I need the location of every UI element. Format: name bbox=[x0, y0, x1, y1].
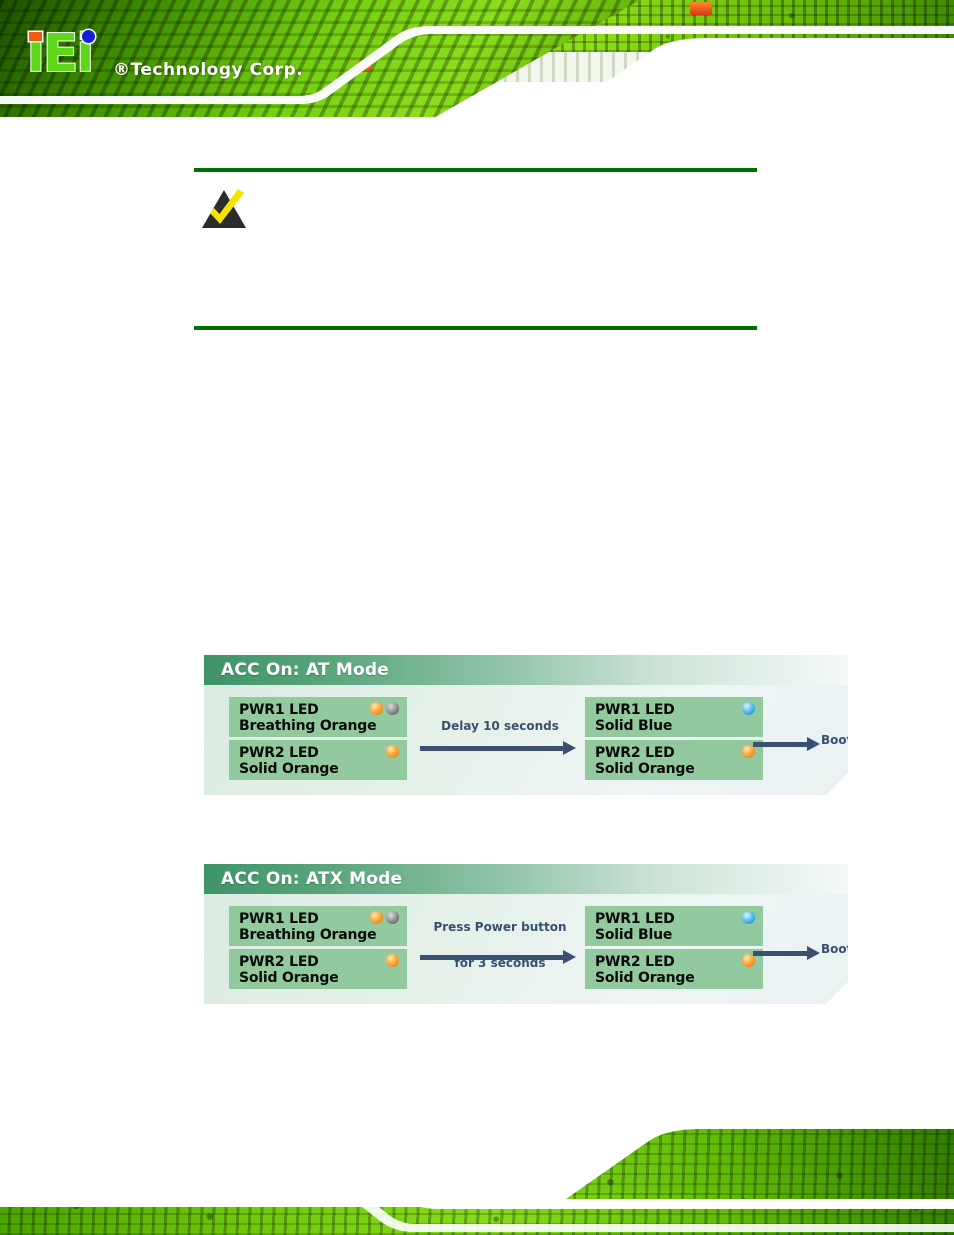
arrow-shaft bbox=[420, 955, 563, 960]
led-orange-dot-icon bbox=[370, 911, 383, 924]
led-card-pwr1-before-at: PWR1 LED Breathing Orange bbox=[229, 697, 407, 737]
flow-step-label-atx-line1: Press Power button bbox=[433, 920, 567, 934]
led-gray-dot-icon bbox=[386, 911, 399, 924]
led-indicator-group bbox=[370, 702, 399, 715]
led-indicator-group bbox=[386, 745, 399, 758]
arrow-head bbox=[563, 950, 576, 964]
led-gray-dot-icon bbox=[386, 702, 399, 715]
boot-arrow-right-icon bbox=[753, 946, 820, 960]
flow-body-atx: PWR1 LED Breathing Orange PWR2 LED Solid… bbox=[204, 894, 848, 1004]
led-state: Breathing Orange bbox=[239, 718, 377, 734]
led-state: Solid Orange bbox=[239, 761, 339, 777]
arrow-head bbox=[807, 737, 820, 751]
led-orange-dot-icon bbox=[386, 954, 399, 967]
flow-body-at: PWR1 LED Breathing Orange PWR2 LED Solid… bbox=[204, 685, 848, 795]
arrow-head bbox=[563, 741, 576, 755]
flow-step-label-at: Delay 10 seconds bbox=[441, 719, 559, 733]
note-checkmark-triangle-icon bbox=[200, 186, 252, 232]
flow-step-at: Delay 10 seconds bbox=[420, 695, 580, 785]
flow-step-atx: Press Power button for 3 seconds bbox=[420, 904, 580, 994]
led-name: PWR2 LED bbox=[239, 954, 319, 970]
footer-white-swoosh bbox=[0, 1103, 954, 1235]
arrow-head bbox=[807, 946, 820, 960]
led-card-pwr1-after-atx: PWR1 LED Solid Blue bbox=[585, 906, 763, 946]
led-name: PWR2 LED bbox=[595, 745, 675, 761]
logo-blue-dot-icon bbox=[82, 30, 95, 43]
led-state: Breathing Orange bbox=[239, 927, 377, 943]
led-indicator-group bbox=[386, 954, 399, 967]
arrow-shaft bbox=[420, 746, 563, 751]
flow-diagram-at-mode: ACC On: AT Mode PWR1 LED Breathing Orang… bbox=[204, 655, 848, 795]
led-state: Solid Orange bbox=[595, 970, 695, 986]
led-group-after-atx: PWR1 LED Solid Blue PWR2 LED Solid Orang… bbox=[585, 906, 763, 989]
led-card-pwr2-after-at: PWR2 LED Solid Orange bbox=[585, 740, 763, 780]
note-rule-top bbox=[194, 168, 757, 172]
led-orange-dot-icon bbox=[370, 702, 383, 715]
led-state: Solid Blue bbox=[595, 927, 673, 943]
led-orange-dot-icon bbox=[386, 745, 399, 758]
led-name: PWR2 LED bbox=[595, 954, 675, 970]
led-indicator-group bbox=[742, 911, 755, 924]
boot-up-label-at: Boot up bbox=[821, 733, 874, 747]
note-rule-bottom bbox=[194, 326, 757, 330]
led-card-pwr2-before-at: PWR2 LED Solid Orange bbox=[229, 740, 407, 780]
led-state: Solid Orange bbox=[595, 761, 695, 777]
flow-title-text-at: ACC On: AT Mode bbox=[221, 660, 389, 680]
led-group-after-at: PWR1 LED Solid Blue PWR2 LED Solid Orang… bbox=[585, 697, 763, 780]
arrow-shaft bbox=[753, 951, 807, 956]
led-card-pwr1-before-atx: PWR1 LED Breathing Orange bbox=[229, 906, 407, 946]
page-header: iEi ®Technology Corp. bbox=[0, 0, 954, 120]
led-card-pwr2-after-atx: PWR2 LED Solid Orange bbox=[585, 949, 763, 989]
led-card-pwr1-after-at: PWR1 LED Solid Blue bbox=[585, 697, 763, 737]
led-state: Solid Orange bbox=[239, 970, 339, 986]
flow-result-at: Boot up bbox=[753, 733, 848, 753]
led-name: PWR2 LED bbox=[239, 745, 319, 761]
led-name: PWR1 LED bbox=[595, 911, 675, 927]
iei-logo: iEi ®Technology Corp. bbox=[26, 27, 304, 90]
led-state: Solid Blue bbox=[595, 718, 673, 734]
led-name: PWR1 LED bbox=[595, 702, 675, 718]
led-card-pwr2-before-atx: PWR2 LED Solid Orange bbox=[229, 949, 407, 989]
led-group-before-at: PWR1 LED Breathing Orange PWR2 LED Solid… bbox=[229, 697, 407, 780]
flow-diagram-atx-mode: ACC On: ATX Mode PWR1 LED Breathing Oran… bbox=[204, 864, 848, 1004]
led-group-before-atx: PWR1 LED Breathing Orange PWR2 LED Solid… bbox=[229, 906, 407, 989]
flow-arrow-right-icon bbox=[420, 950, 576, 964]
page-footer bbox=[0, 1103, 954, 1235]
arrow-shaft bbox=[753, 742, 807, 747]
logo-tagline: ®Technology Corp. bbox=[113, 60, 304, 80]
led-blue-dot-icon bbox=[742, 911, 755, 924]
boot-up-label-atx: Boot up bbox=[821, 942, 874, 956]
flow-title-text-atx: ACC On: ATX Mode bbox=[221, 869, 403, 889]
flow-title-bar-atx: ACC On: ATX Mode bbox=[204, 864, 848, 894]
logo-orange-square-icon bbox=[29, 32, 42, 41]
boot-arrow-right-icon bbox=[753, 737, 820, 751]
flow-arrow-right-icon bbox=[420, 741, 576, 755]
note-box bbox=[194, 168, 757, 330]
flow-result-atx: Boot up bbox=[753, 942, 848, 962]
led-blue-dot-icon bbox=[742, 702, 755, 715]
flow-title-bar-at: ACC On: AT Mode bbox=[204, 655, 848, 685]
led-indicator-group bbox=[742, 702, 755, 715]
led-indicator-group bbox=[370, 911, 399, 924]
